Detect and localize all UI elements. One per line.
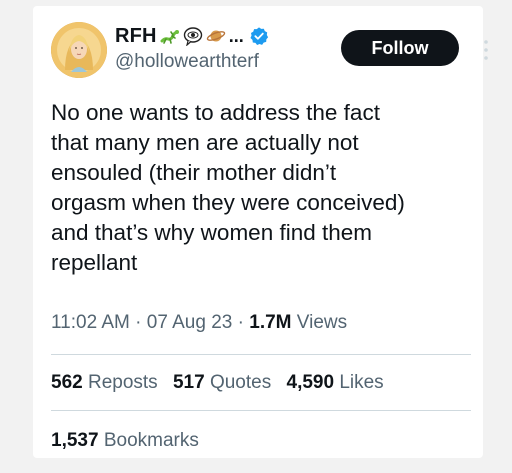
likes-stat[interactable]: 4,590 Likes xyxy=(287,372,384,393)
quotes-count: 517 xyxy=(172,372,205,393)
bookmarks-stat[interactable]: 1,537 Bookmarks xyxy=(51,430,199,452)
views-label: Views xyxy=(296,312,348,333)
tweet-text-line: that many men are actually not xyxy=(51,130,359,155)
eye-in-speech-bubble-icon xyxy=(183,27,202,46)
tweet-meta: 11:02 AM · 07 Aug 23 · 1.7M Views xyxy=(51,312,347,334)
avatar-image xyxy=(51,22,107,78)
tweet-text-line: No one wants to address the fact xyxy=(51,100,380,125)
author-handle[interactable]: @hollowearthterf xyxy=(115,51,269,73)
follow-button[interactable]: Follow xyxy=(341,30,459,66)
divider xyxy=(51,354,471,355)
reposts-stat[interactable]: 562 Reposts xyxy=(51,372,158,393)
verified-badge-icon[interactable] xyxy=(249,26,269,46)
likes-count: 4,590 xyxy=(286,372,335,393)
engagement-stats: 562 Reposts 517 Quotes 4,590 Likes xyxy=(51,372,394,394)
bookmarks-count: 1,537 xyxy=(51,430,99,451)
tweet-text-line: orgasm when they were conceived) xyxy=(51,190,405,215)
avatar[interactable] xyxy=(51,22,107,78)
tweet-text: No one wants to address the fact that ma… xyxy=(51,98,471,278)
tweet-date[interactable]: 07 Aug 23 xyxy=(147,312,233,333)
tweet-time[interactable]: 11:02 AM xyxy=(51,312,130,333)
lizard-emoji-icon xyxy=(160,30,179,44)
quotes-label: Quotes xyxy=(209,372,272,393)
meta-separator: · xyxy=(237,312,250,333)
quotes-stat[interactable]: 517 Quotes xyxy=(173,372,271,393)
reposts-count: 562 xyxy=(51,372,83,393)
meta-separator: · xyxy=(135,312,147,333)
name-ellipsis: ... xyxy=(228,25,244,46)
more-options-icon[interactable] xyxy=(483,38,489,62)
bookmarks-label: Bookmarks xyxy=(103,430,199,451)
tweet-text-line: and that’s why women find them xyxy=(51,220,373,245)
reposts-label: Reposts xyxy=(87,372,158,393)
likes-label: Likes xyxy=(339,372,384,393)
ringed-planet-icon xyxy=(206,30,225,42)
author-names: RFH ... @hollowearthterf xyxy=(115,22,269,78)
tweet-card: RFH ... @hollowearthterf Follow No one w… xyxy=(33,6,488,458)
tweet-header: RFH ... @hollowearthterf Follow xyxy=(51,22,488,86)
display-name[interactable]: RFH xyxy=(115,25,157,48)
divider xyxy=(51,410,471,411)
tweet-text-line: repellant xyxy=(51,250,138,275)
views-count: 1.7M xyxy=(249,312,292,333)
tweet-text-line: ensouled (their mother didn’t xyxy=(51,160,337,185)
display-name-row[interactable]: RFH ... xyxy=(115,22,269,50)
